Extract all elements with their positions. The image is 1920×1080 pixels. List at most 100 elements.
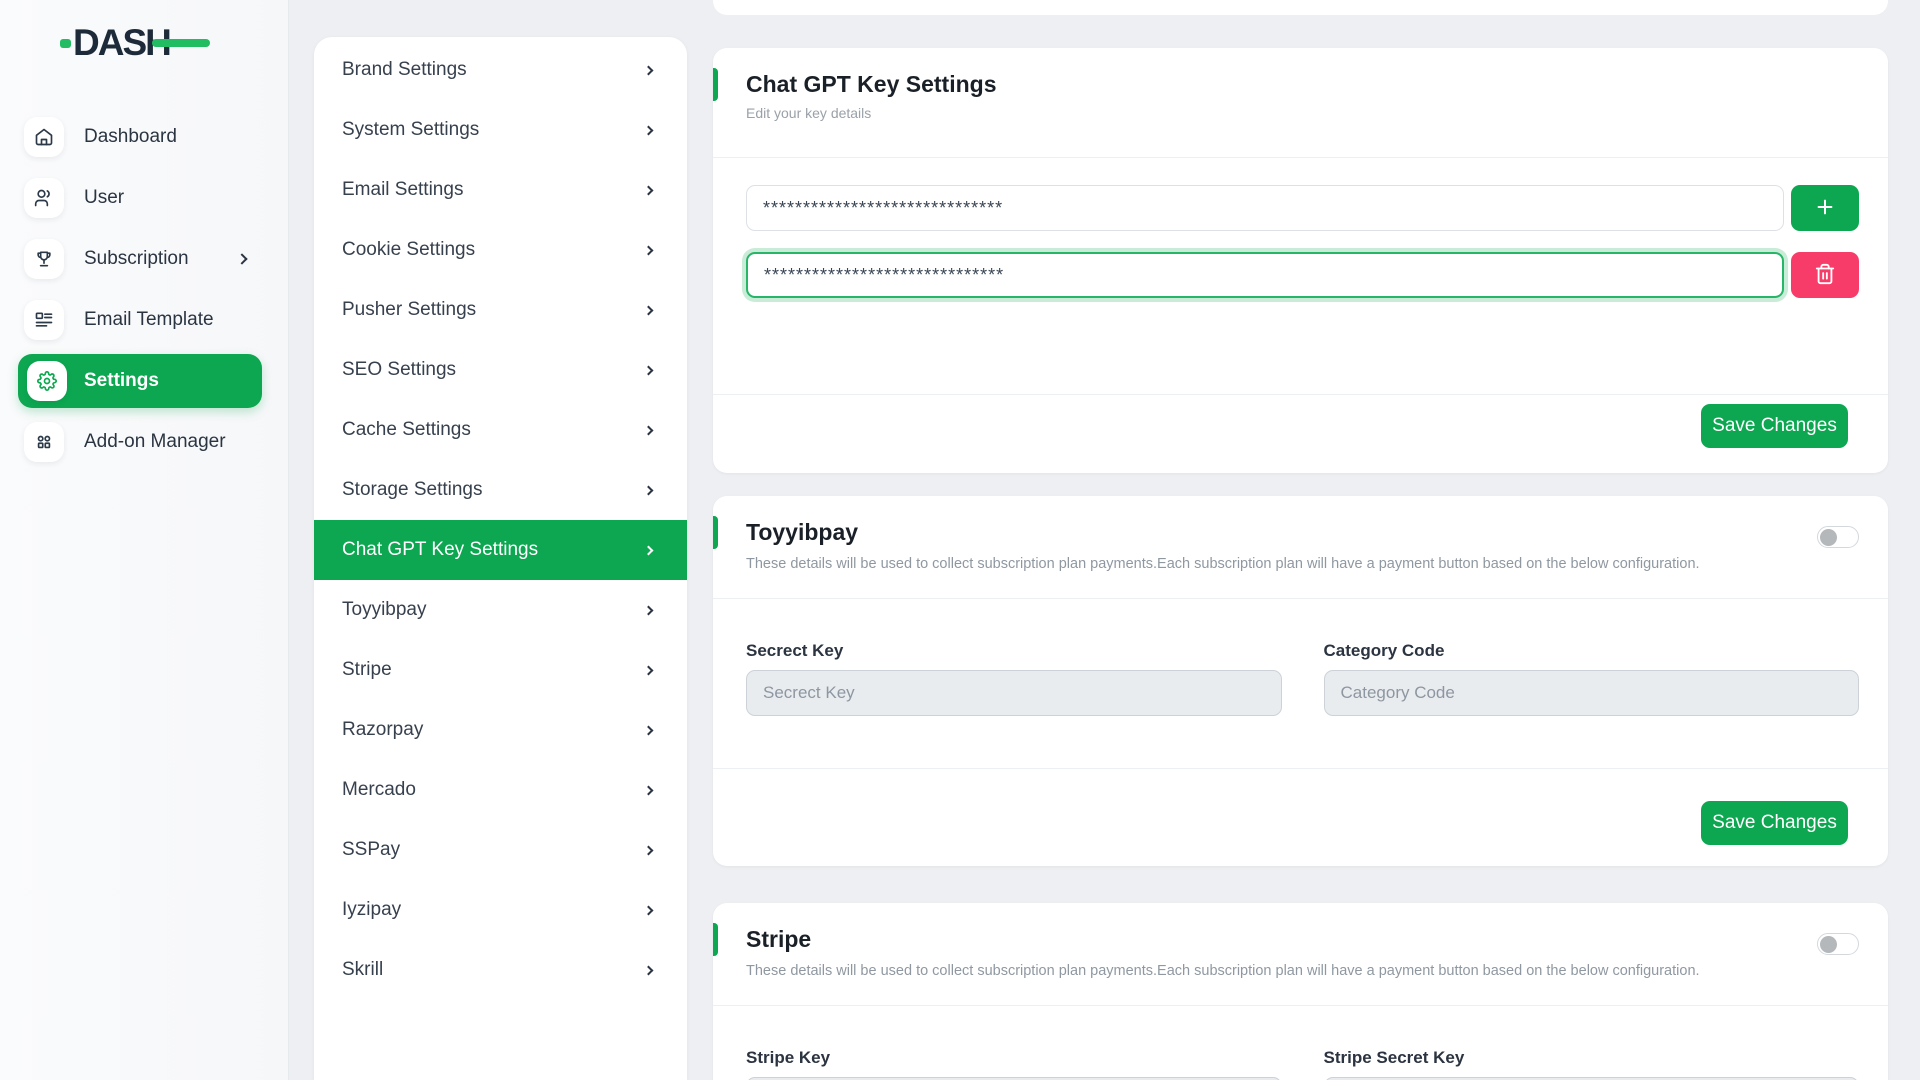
api-key-row bbox=[746, 185, 1859, 231]
menu-item-system-settings[interactable]: System Settings bbox=[314, 100, 687, 160]
plus-icon bbox=[1814, 196, 1836, 221]
chevron-right-icon bbox=[644, 725, 654, 735]
menu-item-chat-gpt-key-settings[interactable]: Chat GPT Key Settings bbox=[314, 520, 687, 580]
category-code-input[interactable] bbox=[1324, 670, 1860, 716]
chevron-right-icon bbox=[644, 305, 654, 315]
chevron-right-icon bbox=[644, 485, 654, 495]
divider bbox=[713, 598, 1888, 599]
menu-item-label: Stripe bbox=[342, 659, 392, 681]
menu-item-label: SSPay bbox=[342, 839, 400, 861]
menu-item-label: SEO Settings bbox=[342, 359, 456, 381]
menu-item-toyyibpay[interactable]: Toyyibpay bbox=[314, 580, 687, 640]
menu-item-label: Email Settings bbox=[342, 179, 463, 201]
chevron-right-icon bbox=[644, 365, 654, 375]
menu-item-email-settings[interactable]: Email Settings bbox=[314, 160, 687, 220]
users-icon bbox=[24, 178, 64, 218]
field-label: Category Code bbox=[1324, 641, 1860, 661]
chevron-right-icon bbox=[644, 65, 654, 75]
menu-item-cookie-settings[interactable]: Cookie Settings bbox=[314, 220, 687, 280]
gear-icon bbox=[27, 361, 67, 401]
chevron-right-icon bbox=[644, 845, 654, 855]
menu-item-label: Brand Settings bbox=[342, 59, 467, 81]
toyyibpay-card: Toyyibpay These details will be used to … bbox=[713, 496, 1888, 866]
template-icon bbox=[24, 300, 64, 340]
card-title: Stripe bbox=[746, 926, 811, 953]
menu-item-label: Skrill bbox=[342, 959, 383, 981]
menu-item-seo-settings[interactable]: SEO Settings bbox=[314, 340, 687, 400]
menu-item-storage-settings[interactable]: Storage Settings bbox=[314, 460, 687, 520]
card-title: Toyyibpay bbox=[746, 519, 858, 546]
grid-icon bbox=[24, 422, 64, 462]
chevron-right-icon bbox=[644, 665, 654, 675]
menu-item-pusher-settings[interactable]: Pusher Settings bbox=[314, 280, 687, 340]
delete-key-button[interactable] bbox=[1791, 252, 1859, 298]
chevron-right-icon bbox=[644, 605, 654, 615]
sidebar-item-label: User bbox=[84, 187, 124, 209]
card-accent-bar bbox=[713, 68, 718, 101]
menu-item-mercado[interactable]: Mercado bbox=[314, 760, 687, 820]
settings-menu-panel: Brand Settings System Settings Email Set… bbox=[314, 37, 687, 1080]
sidebar-item-label: Settings bbox=[84, 370, 159, 392]
brand-logo[interactable]: DASH bbox=[73, 22, 223, 62]
menu-item-label: System Settings bbox=[342, 119, 479, 141]
sidebar-item-addon-manager[interactable]: Add-on Manager bbox=[0, 411, 288, 472]
logo-bar-icon bbox=[152, 39, 210, 47]
sidebar-item-settings[interactable]: Settings bbox=[18, 354, 262, 408]
menu-item-label: Mercado bbox=[342, 779, 416, 801]
chevron-right-icon bbox=[644, 425, 654, 435]
save-changes-button[interactable]: Save Changes bbox=[1701, 404, 1848, 448]
sidebar-item-label: Subscription bbox=[84, 248, 189, 270]
chevron-right-icon bbox=[644, 545, 654, 555]
chatgpt-key-settings-card: Chat GPT Key Settings Edit your key deta… bbox=[713, 48, 1888, 473]
menu-item-label: Iyzipay bbox=[342, 899, 401, 921]
card-description: These details will be used to collect su… bbox=[746, 963, 1859, 979]
stripe-toggle[interactable] bbox=[1817, 933, 1859, 955]
sidebar-item-user[interactable]: User bbox=[0, 167, 288, 228]
card-description: These details will be used to collect su… bbox=[746, 556, 1859, 572]
menu-item-cache-settings[interactable]: Cache Settings bbox=[314, 400, 687, 460]
sidebar: DASH Dashboard User Subscription bbox=[0, 0, 289, 1080]
add-key-button[interactable] bbox=[1791, 185, 1859, 231]
card-title: Chat GPT Key Settings bbox=[746, 71, 1859, 98]
api-key-row bbox=[746, 252, 1859, 298]
api-key-input[interactable] bbox=[746, 185, 1784, 231]
toyyibpay-toggle[interactable] bbox=[1817, 526, 1859, 548]
chevron-right-icon bbox=[644, 965, 654, 975]
chevron-right-icon bbox=[644, 185, 654, 195]
menu-item-stripe[interactable]: Stripe bbox=[314, 640, 687, 700]
field-label: Secrect Key bbox=[746, 641, 1282, 661]
secret-key-input[interactable] bbox=[746, 670, 1282, 716]
logo-dot-icon bbox=[60, 39, 71, 48]
menu-item-razorpay[interactable]: Razorpay bbox=[314, 700, 687, 760]
previous-card-bottom bbox=[713, 0, 1888, 15]
field-label: Stripe Secret Key bbox=[1324, 1048, 1860, 1068]
menu-item-brand-settings[interactable]: Brand Settings bbox=[314, 40, 687, 100]
main-content: Chat GPT Key Settings Edit your key deta… bbox=[713, 0, 1888, 1080]
card-subtitle: Edit your key details bbox=[746, 105, 1859, 121]
save-changes-button[interactable]: Save Changes bbox=[1701, 801, 1848, 845]
menu-item-iyzipay[interactable]: Iyzipay bbox=[314, 880, 687, 940]
menu-item-label: Toyyibpay bbox=[342, 599, 427, 621]
menu-item-label: Storage Settings bbox=[342, 479, 482, 501]
menu-item-label: Chat GPT Key Settings bbox=[342, 539, 538, 561]
sidebar-item-label: Add-on Manager bbox=[84, 431, 226, 453]
home-icon bbox=[24, 117, 64, 157]
sidebar-item-label: Email Template bbox=[84, 309, 214, 331]
sidebar-item-label: Dashboard bbox=[84, 126, 177, 148]
sidebar-item-subscription[interactable]: Subscription bbox=[0, 228, 288, 289]
menu-item-skrill[interactable]: Skrill bbox=[314, 940, 687, 1000]
trophy-icon bbox=[24, 239, 64, 279]
chevron-right-icon bbox=[236, 253, 247, 264]
field-label: Stripe Key bbox=[746, 1048, 1282, 1068]
menu-item-label: Cache Settings bbox=[342, 419, 471, 441]
api-key-input-focused[interactable] bbox=[746, 252, 1784, 298]
trash-icon bbox=[1814, 263, 1836, 288]
menu-item-sspay[interactable]: SSPay bbox=[314, 820, 687, 880]
sidebar-item-dashboard[interactable]: Dashboard bbox=[0, 106, 288, 167]
stripe-card: Stripe These details will be used to col… bbox=[713, 903, 1888, 1080]
sidebar-item-email-template[interactable]: Email Template bbox=[0, 289, 288, 350]
card-accent-bar bbox=[713, 516, 718, 549]
chevron-right-icon bbox=[644, 905, 654, 915]
card-accent-bar bbox=[713, 923, 718, 956]
menu-item-label: Razorpay bbox=[342, 719, 423, 741]
